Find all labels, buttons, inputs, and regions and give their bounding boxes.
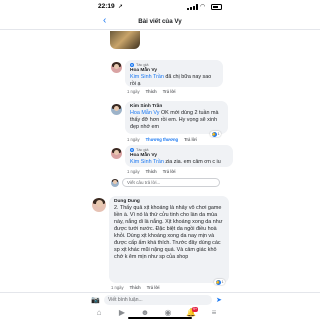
status-bar: 22:19 ➚ ◠	[0, 0, 320, 14]
comment-actions: 1 ngày Thích Trả lời	[127, 169, 176, 174]
comment-time: 1 ngày	[111, 285, 124, 290]
avatar[interactable]	[111, 104, 122, 115]
mention-link[interactable]: Hoa Mẫn Vy	[130, 110, 159, 116]
battery-icon	[211, 4, 222, 10]
comment-text: Kim Sinh Trần zia zia. em cảm ơn c iu	[130, 158, 221, 165]
send-icon[interactable]: ➤	[216, 296, 222, 304]
like-reaction-icon: 👍	[211, 131, 217, 137]
author-badge: ★ Tác giả	[130, 63, 149, 67]
comment-actions: 1 ngày Thích Trả lời	[127, 89, 176, 94]
comment-bubble: Dung Dung 2. Thấy quả xịt khoáng là nhảy…	[109, 196, 229, 283]
home-icon[interactable]: ⌂	[93, 308, 105, 318]
comment-input[interactable]: Viết bình luận...	[104, 295, 212, 305]
mention-link[interactable]: Kim Sinh Trần	[130, 159, 164, 165]
reaction-count[interactable]: 👍 1	[210, 131, 222, 137]
reply-button[interactable]: Trả lời	[163, 89, 176, 94]
wifi-icon: ◠	[200, 4, 206, 10]
comment-actions: 1 ngày Thương thương Trả lời	[127, 137, 197, 142]
notification-badge: 9+	[192, 307, 198, 312]
avatar[interactable]	[111, 148, 122, 159]
comment-bubble: ★ Tác giả Hoa Mẫn Vy Kim Sinh Trần zia zi…	[125, 145, 233, 167]
author-badge: ★ Tác giả	[130, 148, 149, 152]
reply-button[interactable]: Trả lời	[147, 285, 160, 290]
reply-button[interactable]: Trả lời	[184, 137, 197, 142]
reply-input[interactable]: Viết câu trả lời...	[122, 178, 220, 187]
avatar	[111, 178, 119, 187]
comment-bubble: ★ Tác giả Hoa Mẫn Vy Kim Sinh Trần đã chị…	[125, 60, 223, 87]
comment-text: 2. Thấy quả xịt khoáng là nhảy vô chơi g…	[114, 205, 223, 260]
bottom-nav: ⌂ ▶ ☻ ◉ 🔔 9+ ≡	[0, 306, 320, 320]
status-time: 22:19	[98, 3, 115, 10]
reply-button[interactable]: Trả lời	[163, 169, 176, 174]
star-icon: ★	[130, 63, 134, 67]
post-image-thumbnail[interactable]	[110, 31, 140, 49]
cellular-signal-icon	[187, 4, 198, 10]
comment-bubble: Kim Sinh Trần Hoa Mẫn Vy OK mới dùng 2 t…	[125, 101, 228, 134]
page-title: Bài viết của Vy	[138, 18, 182, 25]
reaction-button[interactable]: Thương thương	[146, 137, 178, 142]
mention-link[interactable]: Kim Sinh Trần	[130, 74, 164, 80]
like-button[interactable]: Thích	[146, 89, 157, 94]
location-arrow-icon: ➚	[118, 4, 124, 10]
star-icon: ★	[130, 148, 134, 152]
like-button[interactable]: Thích	[130, 285, 141, 290]
like-reaction-icon: 👍	[215, 279, 221, 285]
reply-row: Viết câu trả lời...	[111, 178, 220, 187]
camera-icon[interactable]: 📷	[91, 296, 100, 304]
comment-feed[interactable]: ★ Tác giả Hoa Mẫn Vy Kim Sinh Trần đã chị…	[0, 31, 320, 293]
comment-composer: 📷 Viết bình luận... ➤	[0, 292, 320, 306]
menu-icon[interactable]: ≡	[208, 308, 220, 318]
comment-time: 1 ngày	[127, 137, 140, 142]
home-indicator	[128, 317, 192, 319]
like-button[interactable]: Thích	[146, 169, 157, 174]
comment-text: Hoa Mẫn Vy OK mới dùng 2 tuần mà thấy đỡ…	[130, 110, 219, 130]
video-icon[interactable]: ▶	[116, 308, 128, 318]
avatar[interactable]	[92, 198, 106, 212]
comment-time: 1 ngày	[127, 89, 140, 94]
post-header: ‹ Bài viết của Vy	[0, 14, 320, 30]
comment-actions: 1 ngày Thích Trả lời	[111, 285, 160, 290]
comment-time: 1 ngày	[127, 169, 140, 174]
comment-text: Kim Sinh Trần đã chị bữa nay sao rồi ạ	[130, 73, 212, 87]
reaction-count[interactable]: 👍 1	[214, 279, 226, 285]
avatar[interactable]	[111, 62, 122, 73]
